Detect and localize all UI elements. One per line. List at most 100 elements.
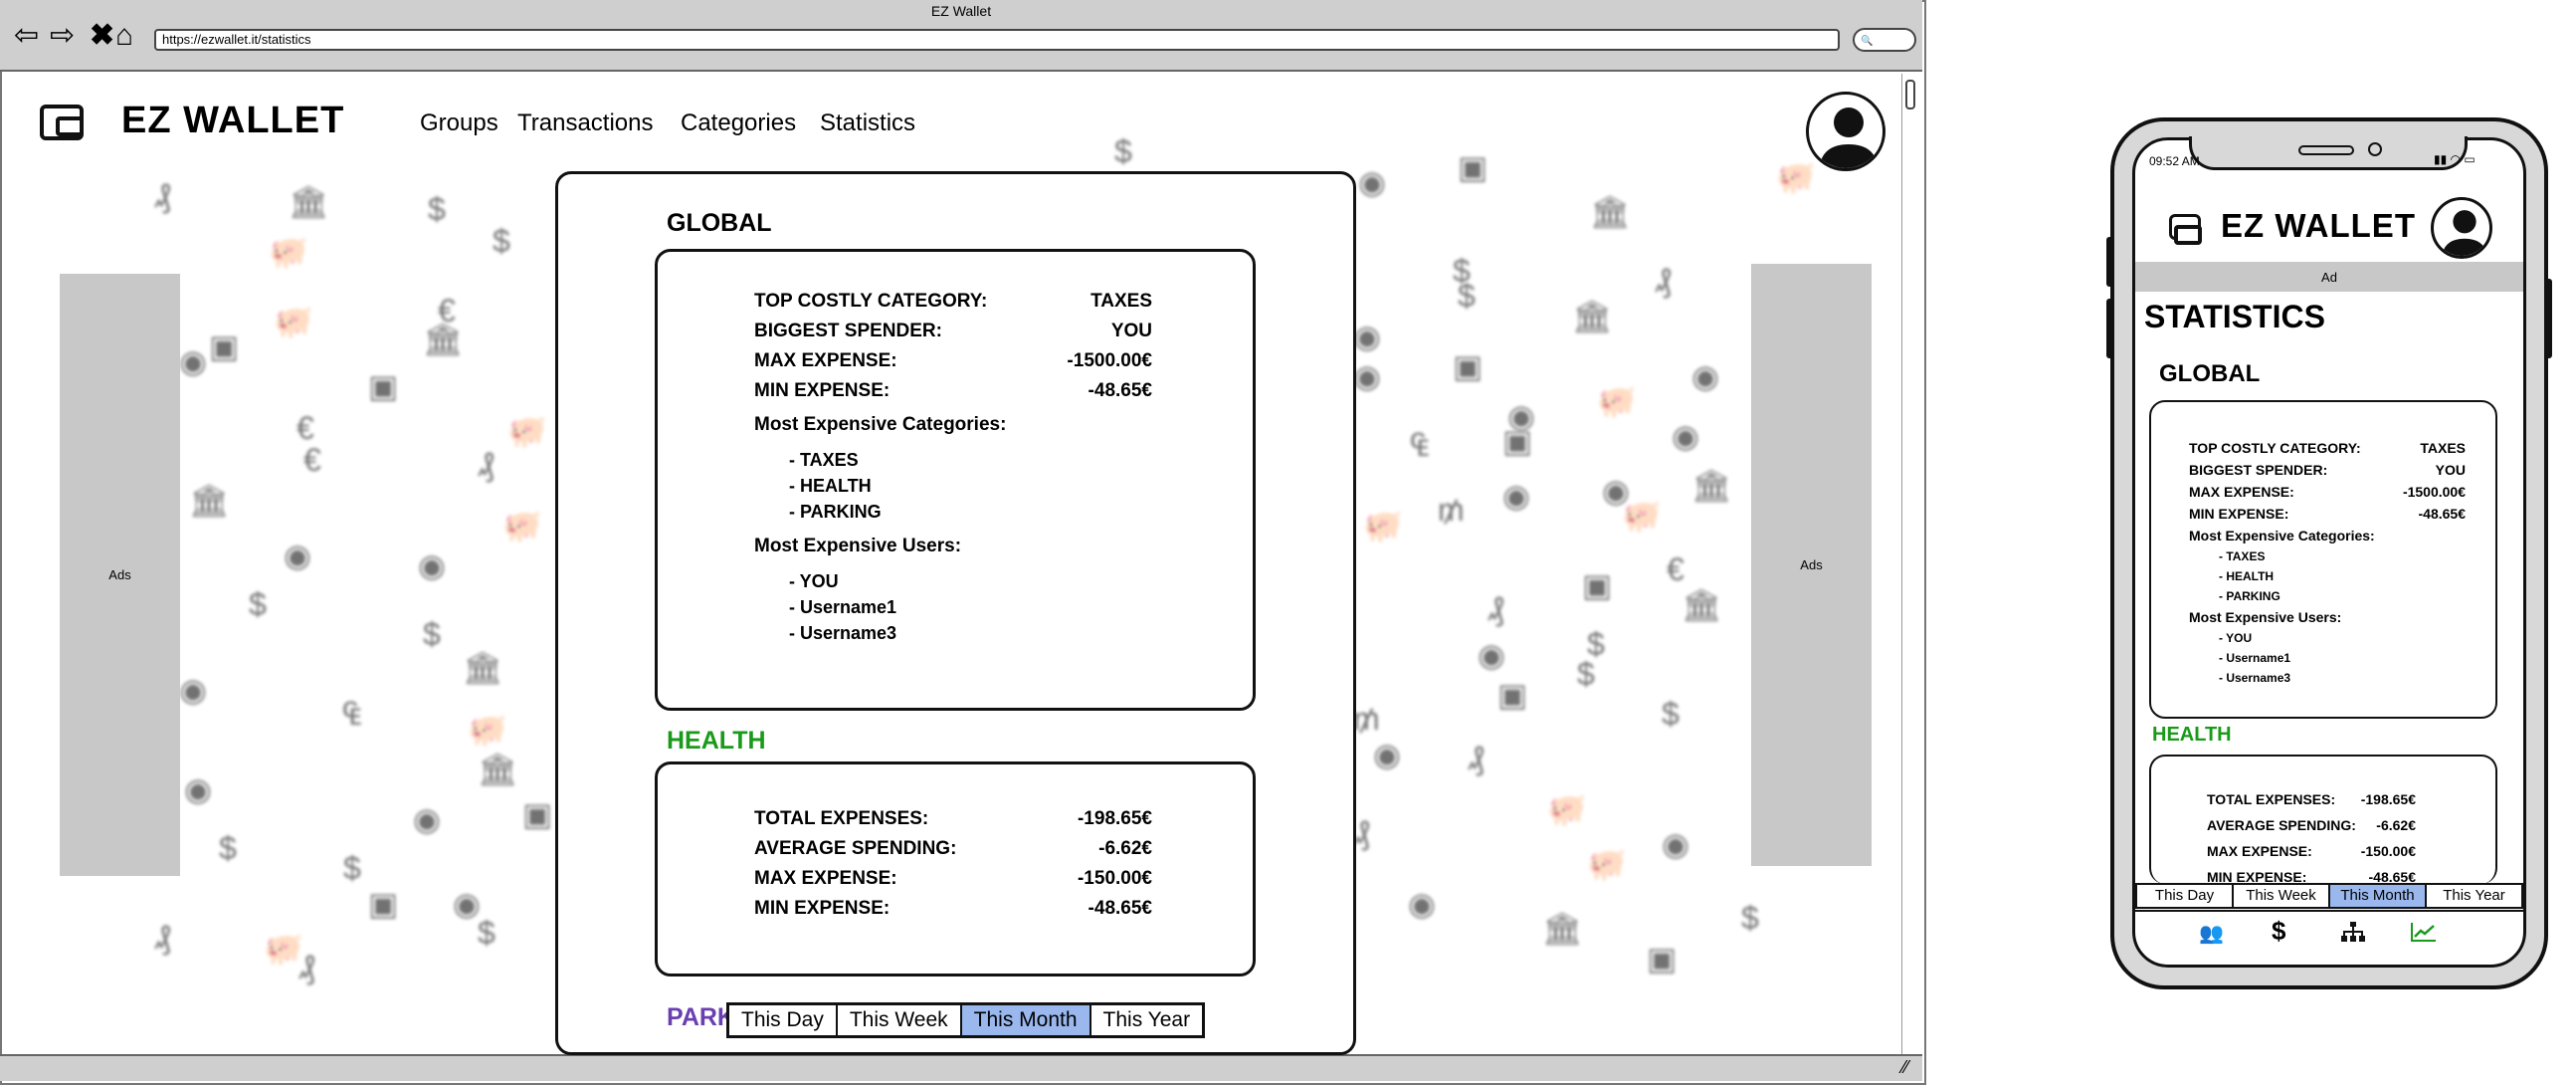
health-stats: TOTAL EXPENSES: -198.65€ AVERAGE SPENDING… <box>754 808 1152 928</box>
stat-value: -198.65€ <box>2360 791 2416 807</box>
stat-row: MAX EXPENSE: -1500.00€ <box>754 350 1152 380</box>
stat-label: MAX EXPENSE: <box>754 350 897 371</box>
nav-groups[interactable]: Groups <box>420 109 498 137</box>
status-bar <box>0 1054 1922 1081</box>
stat-value: YOU <box>2435 462 2466 478</box>
status-icons: ▮▮ ◠ ▭ <box>2434 152 2476 166</box>
stat-label: MIN EXPENSE: <box>2189 506 2289 522</box>
window-title: EZ Wallet <box>930 3 992 19</box>
stat-value: -198.65€ <box>1077 808 1152 829</box>
right-ad-banner[interactable]: Ads <box>1751 264 1872 866</box>
nav-statistics[interactable]: Statistics <box>820 109 915 137</box>
list-item: - TAXES <box>789 450 859 470</box>
stat-row: MAX EXPENSE: -1500.00€ <box>2189 484 2466 506</box>
stat-label: TOP COSTLY CATEGORY: <box>754 291 988 312</box>
stat-row: MAX EXPENSE: -150.00€ <box>2207 843 2416 869</box>
stat-value: -48.65€ <box>2418 506 2466 522</box>
mobile-health-stats: TOTAL EXPENSES: -198.65€ AVERAGE SPENDING… <box>2207 791 2416 883</box>
stat-label: MIN EXPENSE: <box>2207 869 2307 883</box>
nav-categories[interactable]: Categories <box>681 109 796 137</box>
stat-row: MIN EXPENSE: -48.65€ <box>2207 869 2416 883</box>
stat-label: MIN EXPENSE: <box>754 898 891 919</box>
back-arrow-icon[interactable]: ⇦ <box>14 18 39 54</box>
list-item: - PARKING <box>2219 589 2280 603</box>
stat-value: -48.65€ <box>1088 898 1152 919</box>
stat-label: MAX EXPENSE: <box>754 868 897 889</box>
stat-label: MIN EXPENSE: <box>754 380 891 401</box>
left-ad-banner[interactable]: Ads <box>60 274 180 876</box>
stat-label: MAX EXPENSE: <box>2207 843 2312 859</box>
hierarchy-icon[interactable] <box>2341 922 2365 947</box>
list-item: - TAXES <box>2219 549 2266 563</box>
speaker-icon <box>2298 145 2354 155</box>
stat-label: AVERAGE SPENDING: <box>754 838 957 859</box>
stat-value: -48.65€ <box>2368 869 2416 883</box>
stop-icon[interactable]: ✖ <box>90 18 114 54</box>
stat-row: AVERAGE SPENDING: -6.62€ <box>754 838 1152 868</box>
forward-arrow-icon[interactable]: ⇨ <box>50 18 75 54</box>
users-heading: Most Expensive Users: <box>2189 609 2342 625</box>
stat-label: BIGGEST SPENDER: <box>2189 462 2328 478</box>
stat-label: TOP COSTLY CATEGORY: <box>2189 440 2361 456</box>
list-item: - HEALTH <box>789 476 872 496</box>
list-item: - Username1 <box>2219 651 2291 665</box>
stat-row: BIGGEST SPENDER: YOU <box>754 321 1152 350</box>
stat-value: -6.62€ <box>2376 817 2416 833</box>
home-icon[interactable]: ⌂ <box>115 18 133 54</box>
search-icon: 🔍 <box>1861 36 1874 47</box>
stat-value: -48.65€ <box>1088 380 1152 401</box>
parking-title: PARK <box>667 1003 735 1031</box>
mobile-health-title: HEALTH <box>2152 724 2232 746</box>
vertical-scrollbar[interactable] <box>1901 74 1922 1054</box>
list-item: - Username1 <box>789 597 897 617</box>
tab-this-day[interactable]: This Day <box>729 1005 838 1035</box>
ad-label: Ads <box>108 567 131 582</box>
mobile-page-title: STATISTICS <box>2144 299 2325 334</box>
health-title: HEALTH <box>667 727 766 755</box>
list-item: - Username3 <box>789 623 897 643</box>
stat-value: -150.00€ <box>2360 843 2416 859</box>
wallet-icon[interactable] <box>40 105 84 140</box>
list-item: - Username3 <box>2219 671 2291 685</box>
wallet-icon[interactable] <box>2169 214 2202 245</box>
stat-value: -1500.00€ <box>2402 484 2466 500</box>
group-icon[interactable]: 👥 <box>2199 921 2224 946</box>
mobile-avatar-icon[interactable] <box>2431 197 2492 259</box>
stat-row: BIGGEST SPENDER: YOU <box>2189 462 2466 484</box>
stat-value: -150.00€ <box>1077 868 1152 889</box>
tab-this-week[interactable]: This Week <box>2234 885 2330 907</box>
mobile-ad-banner[interactable]: Ad <box>2135 262 2523 292</box>
dollar-icon[interactable]: $ <box>2272 916 2285 947</box>
tab-this-year[interactable]: This Year <box>2427 885 2521 907</box>
stat-row: TOTAL EXPENSES: -198.65€ <box>2207 791 2416 817</box>
address-bar[interactable]: https://ezwallet.it/statistics <box>154 29 1840 51</box>
mobile-app-logo[interactable]: EZ WALLET <box>2221 207 2416 245</box>
tab-this-year[interactable]: This Year <box>1091 1005 1203 1035</box>
stat-label: AVERAGE SPENDING: <box>2207 817 2356 833</box>
stat-label: BIGGEST SPENDER: <box>754 321 942 341</box>
tab-this-month[interactable]: This Month <box>2330 885 2427 907</box>
tab-this-day[interactable]: This Day <box>2137 885 2234 907</box>
list-item: - HEALTH <box>2219 569 2275 583</box>
scroll-thumb[interactable] <box>1905 80 1915 109</box>
tab-this-month[interactable]: This Month <box>961 1005 1091 1035</box>
stat-row: AVERAGE SPENDING: -6.62€ <box>2207 817 2416 843</box>
stat-row: MIN EXPENSE: -48.65€ <box>754 380 1152 410</box>
stat-row: MAX EXPENSE: -150.00€ <box>754 868 1152 898</box>
app-logo[interactable]: EZ WALLET <box>121 100 344 142</box>
stat-label: TOTAL EXPENSES: <box>2207 791 2336 807</box>
ad-label: Ads <box>1800 557 1823 572</box>
stat-row: TOP COSTLY CATEGORY: TAXES <box>754 291 1152 321</box>
stat-value: -6.62€ <box>1098 838 1152 859</box>
stat-value: YOU <box>1110 321 1152 341</box>
nav-transactions[interactable]: Transactions <box>517 109 654 137</box>
tab-this-week[interactable]: This Week <box>838 1005 962 1035</box>
stat-row: MIN EXPENSE: -48.65€ <box>2189 506 2466 528</box>
stat-row: TOP COSTLY CATEGORY: TAXES <box>2189 440 2466 462</box>
chart-line-icon[interactable] <box>2411 922 2437 947</box>
search-box[interactable]: 🔍 <box>1853 28 1916 52</box>
user-avatar-icon[interactable] <box>1806 92 1885 171</box>
stat-label: TOTAL EXPENSES: <box>754 808 929 829</box>
users-heading: Most Expensive Users: <box>754 536 962 556</box>
mobile-period-tabs: This Day This Week This Month This Year <box>2135 883 2523 909</box>
